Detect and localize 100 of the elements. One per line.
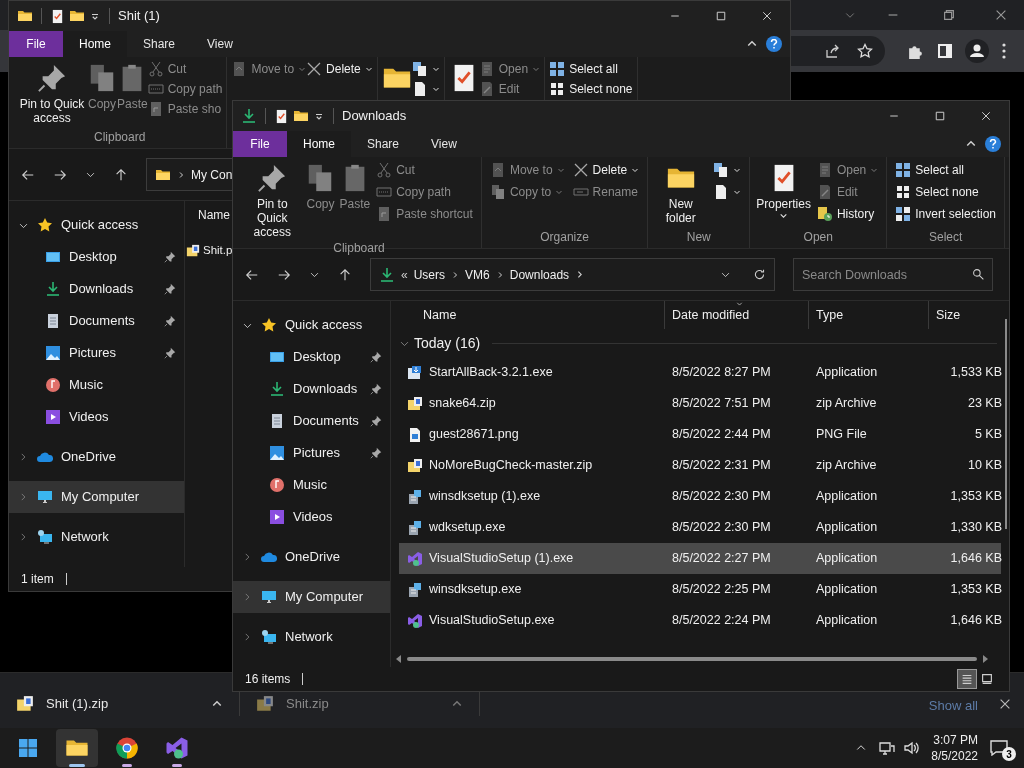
nav-item[interactable]: Pictures xyxy=(9,337,184,369)
search-field[interactable]: Search Downloads xyxy=(793,258,993,291)
nav-item[interactable]: My Computer xyxy=(233,581,390,613)
nav-item[interactable]: Documents xyxy=(9,305,184,337)
nav-item[interactable]: OneDrive xyxy=(9,441,184,473)
breadcrumb[interactable]: VM6 xyxy=(465,265,490,284)
back-arrow-icon xyxy=(21,167,35,182)
breadcrumb[interactable]: Users xyxy=(413,265,446,284)
ribbon-tab[interactable]: View xyxy=(415,131,473,157)
search-icon xyxy=(972,268,985,281)
ribbon-button[interactable]: Pin to Quick access xyxy=(243,159,302,239)
download-item[interactable]: Shit (1).zip xyxy=(0,692,240,716)
file-row[interactable]: winsdksetup.exe 8/5/2022 2:25 PM Application 1,353 KB xyxy=(399,574,1001,605)
file-row[interactable]: snake64.zip 8/5/2022 7:51 PM zip Archive 23 KB xyxy=(399,388,1001,419)
column-header[interactable]: Type xyxy=(808,301,928,329)
file-row[interactable]: VisualStudioSetup.exe 8/5/2022 2:24 PM Application 1,646 KB xyxy=(399,605,1001,636)
column-header[interactable]: Date modified xyxy=(664,301,808,329)
close-icon xyxy=(980,110,992,122)
address-bar[interactable]: My Con xyxy=(146,158,233,191)
group-label: Select xyxy=(928,229,963,246)
nav-item[interactable]: Quick access xyxy=(233,309,390,341)
ribbon-tab[interactable]: Share xyxy=(351,131,416,157)
nav-item[interactable]: Desktop xyxy=(9,241,184,273)
profile-icon[interactable] xyxy=(965,39,990,63)
folder-icon xyxy=(293,108,309,124)
sidebar-icon[interactable] xyxy=(936,43,953,59)
breadcrumb[interactable]: My Con xyxy=(191,165,233,184)
file-row[interactable]: winsdksetup (1).exe 8/5/2022 2:30 PM Application 1,353 KB xyxy=(399,481,1001,512)
scroll-left-icon[interactable] xyxy=(395,655,403,663)
nav-item[interactable]: Network xyxy=(9,521,184,553)
date-cell-text: 8/5/2022 2:25 PM xyxy=(671,581,772,599)
scroll-right-icon[interactable] xyxy=(981,655,989,663)
back-arrow-icon xyxy=(245,267,259,282)
date-cell-text: 8/5/2022 2:27 PM xyxy=(671,550,772,568)
file-row[interactable]: guest28671.png 8/5/2022 2:44 PM PNG File 5 KB xyxy=(399,419,1001,450)
group-header[interactable]: Today (16) xyxy=(414,332,481,354)
nav-item[interactable]: Documents xyxy=(233,405,390,437)
ribbon-button[interactable]: Select none xyxy=(549,79,633,99)
volume-icon xyxy=(903,740,920,756)
nav-item[interactable]: Desktop xyxy=(233,341,390,373)
nav-item[interactable]: Pictures xyxy=(233,437,390,469)
ribbon-button[interactable]: Invert selection xyxy=(893,203,998,225)
ribbon-tab[interactable]: Home xyxy=(287,131,351,157)
ribbon-button[interactable]: New folder xyxy=(654,159,708,225)
file-row[interactable]: wdksetup.exe 8/5/2022 2:30 PM Application 1,330 KB xyxy=(399,512,1001,543)
ribbon-tab[interactable]: Home xyxy=(63,31,127,57)
file-row[interactable]: NoMoreBugCheck-master.zip 8/5/2022 2:31 PM zip Archive 10 KB xyxy=(399,450,1001,481)
ribbon-button[interactable]: Properties xyxy=(756,159,811,220)
ribbon-tab[interactable]: View xyxy=(191,31,249,57)
file-tab[interactable]: File xyxy=(9,31,63,57)
nav-item[interactable]: Music xyxy=(233,469,390,501)
picture-icon xyxy=(269,445,285,461)
address-bar[interactable]: « Users VM6 Downloads xyxy=(370,258,775,291)
nav-item[interactable]: Videos xyxy=(9,401,184,433)
ribbon-button[interactable]: Select none xyxy=(893,181,998,203)
nav-item[interactable]: Network xyxy=(233,621,390,653)
overflow-chevron[interactable]: « xyxy=(401,265,408,284)
type-cell-text: Application xyxy=(815,581,879,599)
taskbar-app[interactable] xyxy=(56,729,98,767)
new-item-icon xyxy=(713,162,730,178)
ribbon-button[interactable]: Pin to Quick access xyxy=(17,59,87,125)
ribbon-button[interactable]: Select all xyxy=(549,59,633,79)
type-cell-text: Application xyxy=(815,550,879,568)
file-row[interactable]: Shit.p xyxy=(185,235,233,266)
nav-item[interactable]: OneDrive xyxy=(233,541,390,573)
clock-date[interactable]: 8/5/2022 xyxy=(931,748,978,764)
column-header[interactable]: Name xyxy=(391,301,664,329)
nav-item[interactable]: Music xyxy=(9,369,184,401)
file-row[interactable]: StartAllBack-3.2.1.exe 8/5/2022 8:27 PM Application 1,533 KB xyxy=(399,357,1001,388)
column-header[interactable]: Name xyxy=(185,201,233,229)
size-cell-text: 1,353 KB xyxy=(949,581,1002,599)
zip-icon xyxy=(407,457,423,474)
notification-button[interactable]: 3 xyxy=(990,733,1016,763)
nav-item[interactable]: Videos xyxy=(233,501,390,533)
help-icon[interactable] xyxy=(985,136,1001,152)
file-tab[interactable]: File xyxy=(233,131,287,157)
help-icon[interactable] xyxy=(766,36,782,52)
ribbon-button[interactable]: Delete xyxy=(306,59,373,79)
more-icon[interactable] xyxy=(1001,43,1006,59)
ribbon-button[interactable]: Delete xyxy=(570,159,642,181)
clock-time[interactable]: 3:07 PM xyxy=(933,732,978,748)
network-icon xyxy=(37,529,53,545)
ribbon-button[interactable] xyxy=(411,59,440,79)
nav-item[interactable]: Downloads xyxy=(233,373,390,405)
path-icon xyxy=(147,81,164,97)
horizontal-scrollbar[interactable] xyxy=(407,657,977,661)
nav-item[interactable]: My Computer xyxy=(9,481,184,513)
caret-icon xyxy=(555,188,564,196)
show-all-link[interactable]: Show all xyxy=(928,696,978,716)
details-view-button[interactable] xyxy=(957,669,977,689)
file-row[interactable]: VisualStudioSetup (1).exe 8/5/2022 2:27 PM Application 1,646 KB xyxy=(399,543,1001,574)
address-bar[interactable] xyxy=(790,36,885,66)
nav-item[interactable]: Quick access xyxy=(9,209,184,241)
ribbon-tab[interactable]: Share xyxy=(127,31,192,57)
ribbon-button[interactable]: History xyxy=(814,203,881,225)
network-icon xyxy=(261,629,277,645)
nav-item[interactable]: Downloads xyxy=(9,273,184,305)
breadcrumb[interactable]: Downloads xyxy=(509,265,570,284)
ribbon-button[interactable]: Select all xyxy=(893,159,998,181)
vertical-scrollbar[interactable] xyxy=(1005,319,1007,529)
